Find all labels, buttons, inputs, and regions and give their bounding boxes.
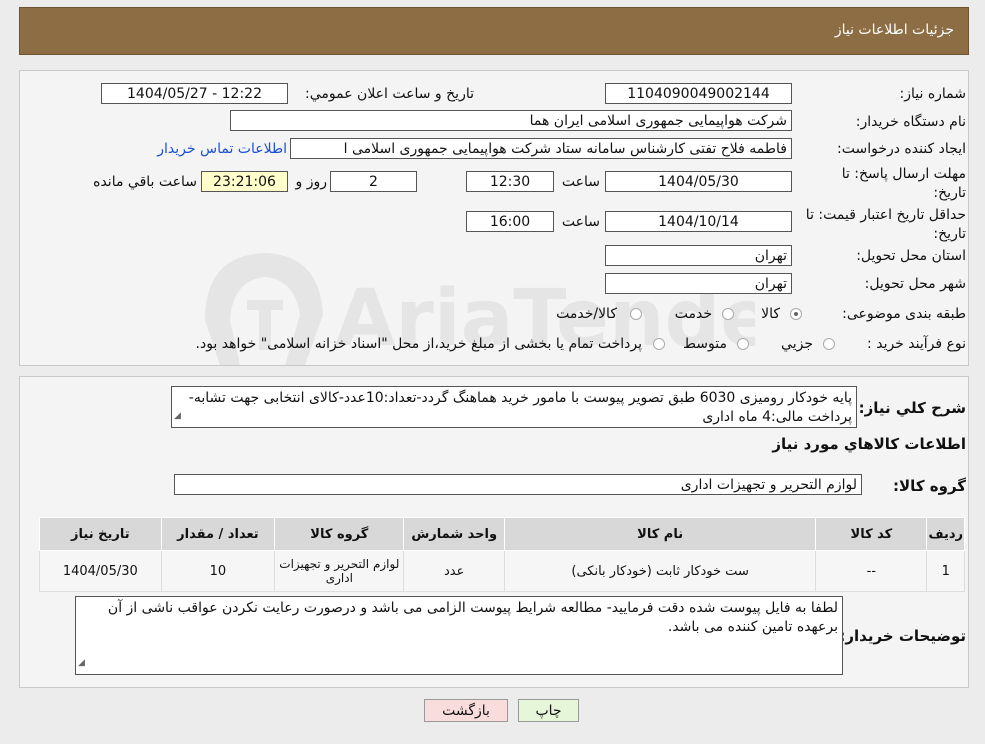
- buyer-notes-text: لطفا به فایل پیوست شده دقت فرمایید- مطال…: [107, 600, 838, 635]
- resize-grip-icon[interactable]: ◢: [78, 654, 85, 673]
- goods-group-label: گروه کالا:: [893, 477, 966, 495]
- process-checkbox-treasury[interactable]: [653, 338, 665, 350]
- col-need-date: تاریخ نیاز: [39, 517, 162, 551]
- process-radio-minor[interactable]: [823, 338, 835, 350]
- table-header-row: ردیف کد کالا نام کالا واحد شمارش گروه کا…: [39, 517, 965, 551]
- cell-goods-code: --: [815, 550, 928, 592]
- category-radio-goods[interactable]: [790, 308, 802, 320]
- category-option-service: خدمت: [674, 306, 712, 322]
- province-label: استان محل تحویل:: [856, 248, 966, 264]
- cell-row-number: 1: [926, 550, 965, 592]
- cell-unit: عدد: [403, 550, 505, 592]
- category-radio-service[interactable]: [722, 308, 734, 320]
- col-goods-name: نام کالا: [503, 517, 817, 551]
- category-radio-goods-service[interactable]: [630, 308, 642, 320]
- cell-goods-group: لوازم التحریر و تجهیزات اداری: [274, 550, 405, 592]
- creator-label: ایجاد کننده درخواست:: [837, 141, 966, 157]
- page-header: جزئیات اطلاعات نیاز: [19, 7, 969, 55]
- announce-datetime-field: 1404/05/27 - 12:22: [101, 83, 288, 104]
- announce-label: تاریخ و ساعت اعلان عمومي:: [305, 86, 474, 102]
- remaining-time-field: 23:21:06: [201, 171, 288, 192]
- col-goods-group: گروه کالا: [274, 517, 405, 551]
- summary-text: پایه خودکار رومیزی 6030 طبق تصویر پیوست …: [188, 390, 852, 425]
- remaining-days-field: 2: [330, 171, 417, 192]
- process-radio-medium[interactable]: [737, 338, 749, 350]
- validity-time-label: ساعت: [561, 214, 600, 230]
- summary-textarea[interactable]: پایه خودکار رومیزی 6030 طبق تصویر پیوست …: [171, 386, 857, 428]
- deadline-time-field: 12:30: [466, 171, 554, 192]
- col-quantity: تعداد / مقدار: [160, 517, 276, 551]
- need-number-field: 1104090049002144: [605, 83, 792, 104]
- table-row: 1 -- ست خودکار ثابت (خودکار بانکی) عدد ل…: [39, 550, 965, 592]
- days-label: روز و: [295, 174, 328, 190]
- category-label: طبقه بندی موضوعی:: [842, 306, 966, 322]
- goods-table: ردیف کد کالا نام کالا واحد شمارش گروه کا…: [39, 517, 965, 592]
- back-button[interactable]: بازگشت: [424, 699, 508, 722]
- process-option-medium: متوسط: [683, 336, 727, 352]
- remaining-time-label: ساعت باقي مانده: [93, 174, 197, 190]
- col-row-number: ردیف: [926, 517, 965, 551]
- city-field: تهران: [605, 273, 792, 294]
- need-number-label: شماره نیاز:: [899, 86, 967, 102]
- col-unit: واحد شمارش: [403, 517, 505, 551]
- buyer-contact-link[interactable]: اطلاعات تماس خریدار: [157, 141, 287, 157]
- deadline-date-field: 1404/05/30: [605, 171, 792, 192]
- goods-group-field: لوازم التحریر و تجهیزات اداری: [174, 474, 862, 495]
- process-note: پرداخت تمام یا بخشی از مبلغ خرید،از محل …: [195, 336, 642, 352]
- buyer-notes-textarea[interactable]: لطفا به فایل پیوست شده دقت فرمایید- مطال…: [75, 596, 843, 675]
- cell-quantity: 10: [160, 550, 276, 592]
- page-title: جزئیات اطلاعات نیاز: [834, 22, 954, 38]
- summary-label: شرح کلي نیاز:: [858, 399, 966, 417]
- buyer-notes-label: توضیحات خریدار:: [839, 627, 966, 645]
- print-button[interactable]: چاپ: [518, 699, 579, 722]
- validity-date-field: 1404/10/14: [605, 211, 792, 232]
- category-option-goods: کالا: [761, 306, 780, 322]
- deadline-label: مهلت ارسال پاسخ: تا تاریخ:: [841, 166, 966, 201]
- goods-info-title: اطلاعات کالاهاي مورد نیاز: [772, 435, 966, 453]
- deadline-time-label: ساعت: [561, 174, 600, 190]
- buyer-org-field: شرکت هواپیمایی جمهوری اسلامی ایران هما: [230, 110, 792, 131]
- category-option-goods-service: کالا/خدمت: [556, 306, 617, 322]
- col-goods-code: کد کالا: [815, 517, 928, 551]
- creator-field: فاطمه فلاح تفتی کارشناس سامانه ستاد شرکت…: [290, 138, 792, 159]
- resize-grip-icon[interactable]: ◢: [174, 407, 181, 426]
- validity-label: حداقل تاریخ اعتبار قیمت: تا تاریخ:: [805, 207, 966, 242]
- process-label: نوع فرآیند خرید :: [867, 336, 966, 352]
- city-label: شهر محل تحویل:: [864, 276, 966, 292]
- province-field: تهران: [605, 245, 792, 266]
- buyer-org-label: نام دستگاه خریدار:: [855, 114, 966, 130]
- cell-goods-name: ست خودکار ثابت (خودکار بانکی): [503, 550, 817, 592]
- validity-time-field: 16:00: [466, 211, 554, 232]
- process-option-minor: جزیي: [781, 336, 813, 352]
- cell-need-date: 1404/05/30: [39, 550, 162, 592]
